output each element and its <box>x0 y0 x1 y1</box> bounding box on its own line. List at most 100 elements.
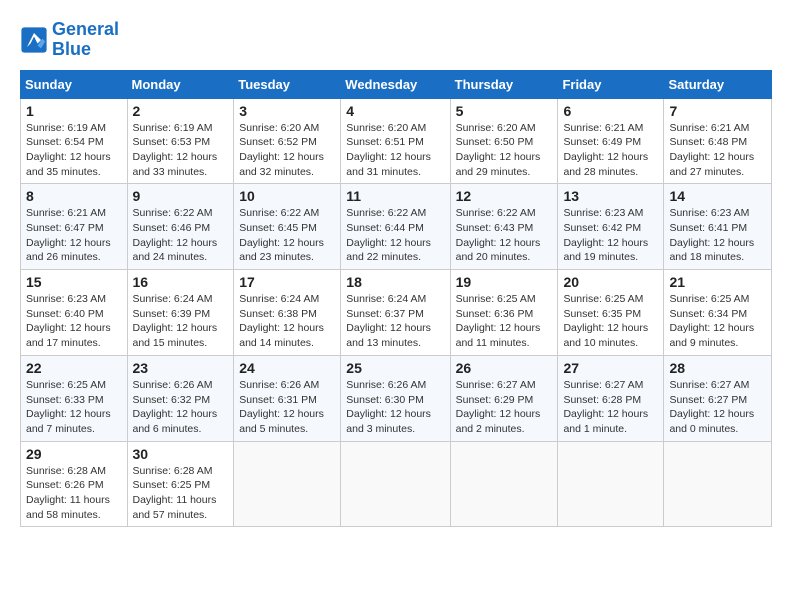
calendar-cell <box>558 441 664 527</box>
calendar-cell: 18 Sunrise: 6:24 AM Sunset: 6:37 PM Dayl… <box>341 270 450 356</box>
sunset-label: Sunset: 6:40 PM <box>26 308 104 320</box>
daylight-label: Daylight: 12 hours and 31 minutes. <box>346 151 431 178</box>
day-number: 14 <box>669 188 766 204</box>
sunset-label: Sunset: 6:50 PM <box>456 136 534 148</box>
sunrise-label: Sunrise: 6:28 AM <box>133 465 213 477</box>
day-info: Sunrise: 6:22 AM Sunset: 6:45 PM Dayligh… <box>239 206 335 265</box>
logo-icon <box>20 26 48 54</box>
day-info: Sunrise: 6:26 AM Sunset: 6:31 PM Dayligh… <box>239 378 335 437</box>
day-info: Sunrise: 6:25 AM Sunset: 6:34 PM Dayligh… <box>669 292 766 351</box>
day-info: Sunrise: 6:20 AM Sunset: 6:50 PM Dayligh… <box>456 121 553 180</box>
sunset-label: Sunset: 6:37 PM <box>346 308 424 320</box>
sunset-label: Sunset: 6:41 PM <box>669 222 747 234</box>
sunrise-label: Sunrise: 6:21 AM <box>26 207 106 219</box>
sunrise-label: Sunrise: 6:27 AM <box>456 379 536 391</box>
calendar-cell: 5 Sunrise: 6:20 AM Sunset: 6:50 PM Dayli… <box>450 98 558 184</box>
calendar-cell: 19 Sunrise: 6:25 AM Sunset: 6:36 PM Dayl… <box>450 270 558 356</box>
calendar-week-1: 1 Sunrise: 6:19 AM Sunset: 6:54 PM Dayli… <box>21 98 772 184</box>
day-info: Sunrise: 6:25 AM Sunset: 6:36 PM Dayligh… <box>456 292 553 351</box>
daylight-label: Daylight: 12 hours and 2 minutes. <box>456 408 541 435</box>
sunrise-label: Sunrise: 6:21 AM <box>669 122 749 134</box>
calendar-cell: 29 Sunrise: 6:28 AM Sunset: 6:26 PM Dayl… <box>21 441 128 527</box>
calendar-cell: 2 Sunrise: 6:19 AM Sunset: 6:53 PM Dayli… <box>127 98 234 184</box>
day-number: 12 <box>456 188 553 204</box>
daylight-label: Daylight: 11 hours and 58 minutes. <box>26 494 110 521</box>
day-info: Sunrise: 6:25 AM Sunset: 6:35 PM Dayligh… <box>563 292 658 351</box>
day-header-wednesday: Wednesday <box>341 70 450 98</box>
calendar-cell: 21 Sunrise: 6:25 AM Sunset: 6:34 PM Dayl… <box>664 270 772 356</box>
day-number: 7 <box>669 103 766 119</box>
calendar-cell: 27 Sunrise: 6:27 AM Sunset: 6:28 PM Dayl… <box>558 355 664 441</box>
day-number: 13 <box>563 188 658 204</box>
day-number: 18 <box>346 274 444 290</box>
daylight-label: Daylight: 12 hours and 23 minutes. <box>239 237 324 264</box>
daylight-label: Daylight: 12 hours and 28 minutes. <box>563 151 648 178</box>
calendar-body: 1 Sunrise: 6:19 AM Sunset: 6:54 PM Dayli… <box>21 98 772 527</box>
calendar-cell: 11 Sunrise: 6:22 AM Sunset: 6:44 PM Dayl… <box>341 184 450 270</box>
day-info: Sunrise: 6:25 AM Sunset: 6:33 PM Dayligh… <box>26 378 122 437</box>
day-number: 17 <box>239 274 335 290</box>
sunrise-label: Sunrise: 6:19 AM <box>133 122 213 134</box>
sunset-label: Sunset: 6:33 PM <box>26 394 104 406</box>
day-number: 19 <box>456 274 553 290</box>
sunset-label: Sunset: 6:53 PM <box>133 136 211 148</box>
daylight-label: Daylight: 12 hours and 19 minutes. <box>563 237 648 264</box>
sunrise-label: Sunrise: 6:26 AM <box>346 379 426 391</box>
day-info: Sunrise: 6:22 AM Sunset: 6:44 PM Dayligh… <box>346 206 444 265</box>
day-header-tuesday: Tuesday <box>234 70 341 98</box>
day-info: Sunrise: 6:24 AM Sunset: 6:37 PM Dayligh… <box>346 292 444 351</box>
sunrise-label: Sunrise: 6:19 AM <box>26 122 106 134</box>
calendar-cell: 9 Sunrise: 6:22 AM Sunset: 6:46 PM Dayli… <box>127 184 234 270</box>
sunset-label: Sunset: 6:38 PM <box>239 308 317 320</box>
day-number: 16 <box>133 274 229 290</box>
sunrise-label: Sunrise: 6:24 AM <box>133 293 213 305</box>
day-number: 8 <box>26 188 122 204</box>
day-header-monday: Monday <box>127 70 234 98</box>
day-number: 15 <box>26 274 122 290</box>
sunrise-label: Sunrise: 6:25 AM <box>669 293 749 305</box>
sunset-label: Sunset: 6:48 PM <box>669 136 747 148</box>
daylight-label: Daylight: 12 hours and 13 minutes. <box>346 322 431 349</box>
logo-text: General Blue <box>52 20 119 60</box>
calendar-cell <box>234 441 341 527</box>
sunset-label: Sunset: 6:36 PM <box>456 308 534 320</box>
day-info: Sunrise: 6:26 AM Sunset: 6:30 PM Dayligh… <box>346 378 444 437</box>
sunrise-label: Sunrise: 6:20 AM <box>239 122 319 134</box>
day-info: Sunrise: 6:28 AM Sunset: 6:26 PM Dayligh… <box>26 464 122 523</box>
sunset-label: Sunset: 6:51 PM <box>346 136 424 148</box>
day-number: 29 <box>26 446 122 462</box>
sunset-label: Sunset: 6:39 PM <box>133 308 211 320</box>
sunrise-label: Sunrise: 6:23 AM <box>26 293 106 305</box>
day-number: 10 <box>239 188 335 204</box>
sunset-label: Sunset: 6:52 PM <box>239 136 317 148</box>
daylight-label: Daylight: 12 hours and 32 minutes. <box>239 151 324 178</box>
sunset-label: Sunset: 6:29 PM <box>456 394 534 406</box>
day-info: Sunrise: 6:27 AM Sunset: 6:28 PM Dayligh… <box>563 378 658 437</box>
sunset-label: Sunset: 6:32 PM <box>133 394 211 406</box>
day-info: Sunrise: 6:23 AM Sunset: 6:42 PM Dayligh… <box>563 206 658 265</box>
day-number: 5 <box>456 103 553 119</box>
calendar-week-3: 15 Sunrise: 6:23 AM Sunset: 6:40 PM Dayl… <box>21 270 772 356</box>
day-header-saturday: Saturday <box>664 70 772 98</box>
day-number: 3 <box>239 103 335 119</box>
daylight-label: Daylight: 12 hours and 7 minutes. <box>26 408 111 435</box>
calendar-cell: 26 Sunrise: 6:27 AM Sunset: 6:29 PM Dayl… <box>450 355 558 441</box>
sunrise-label: Sunrise: 6:22 AM <box>456 207 536 219</box>
sunset-label: Sunset: 6:45 PM <box>239 222 317 234</box>
calendar-cell <box>341 441 450 527</box>
day-info: Sunrise: 6:21 AM Sunset: 6:48 PM Dayligh… <box>669 121 766 180</box>
daylight-label: Daylight: 12 hours and 17 minutes. <box>26 322 111 349</box>
day-number: 28 <box>669 360 766 376</box>
day-number: 11 <box>346 188 444 204</box>
daylight-label: Daylight: 12 hours and 29 minutes. <box>456 151 541 178</box>
page-header: General Blue <box>20 20 772 60</box>
sunset-label: Sunset: 6:42 PM <box>563 222 641 234</box>
daylight-label: Daylight: 12 hours and 33 minutes. <box>133 151 218 178</box>
day-info: Sunrise: 6:23 AM Sunset: 6:41 PM Dayligh… <box>669 206 766 265</box>
sunrise-label: Sunrise: 6:26 AM <box>133 379 213 391</box>
daylight-label: Daylight: 12 hours and 27 minutes. <box>669 151 754 178</box>
sunrise-label: Sunrise: 6:27 AM <box>669 379 749 391</box>
day-number: 4 <box>346 103 444 119</box>
sunset-label: Sunset: 6:34 PM <box>669 308 747 320</box>
sunset-label: Sunset: 6:25 PM <box>133 479 211 491</box>
